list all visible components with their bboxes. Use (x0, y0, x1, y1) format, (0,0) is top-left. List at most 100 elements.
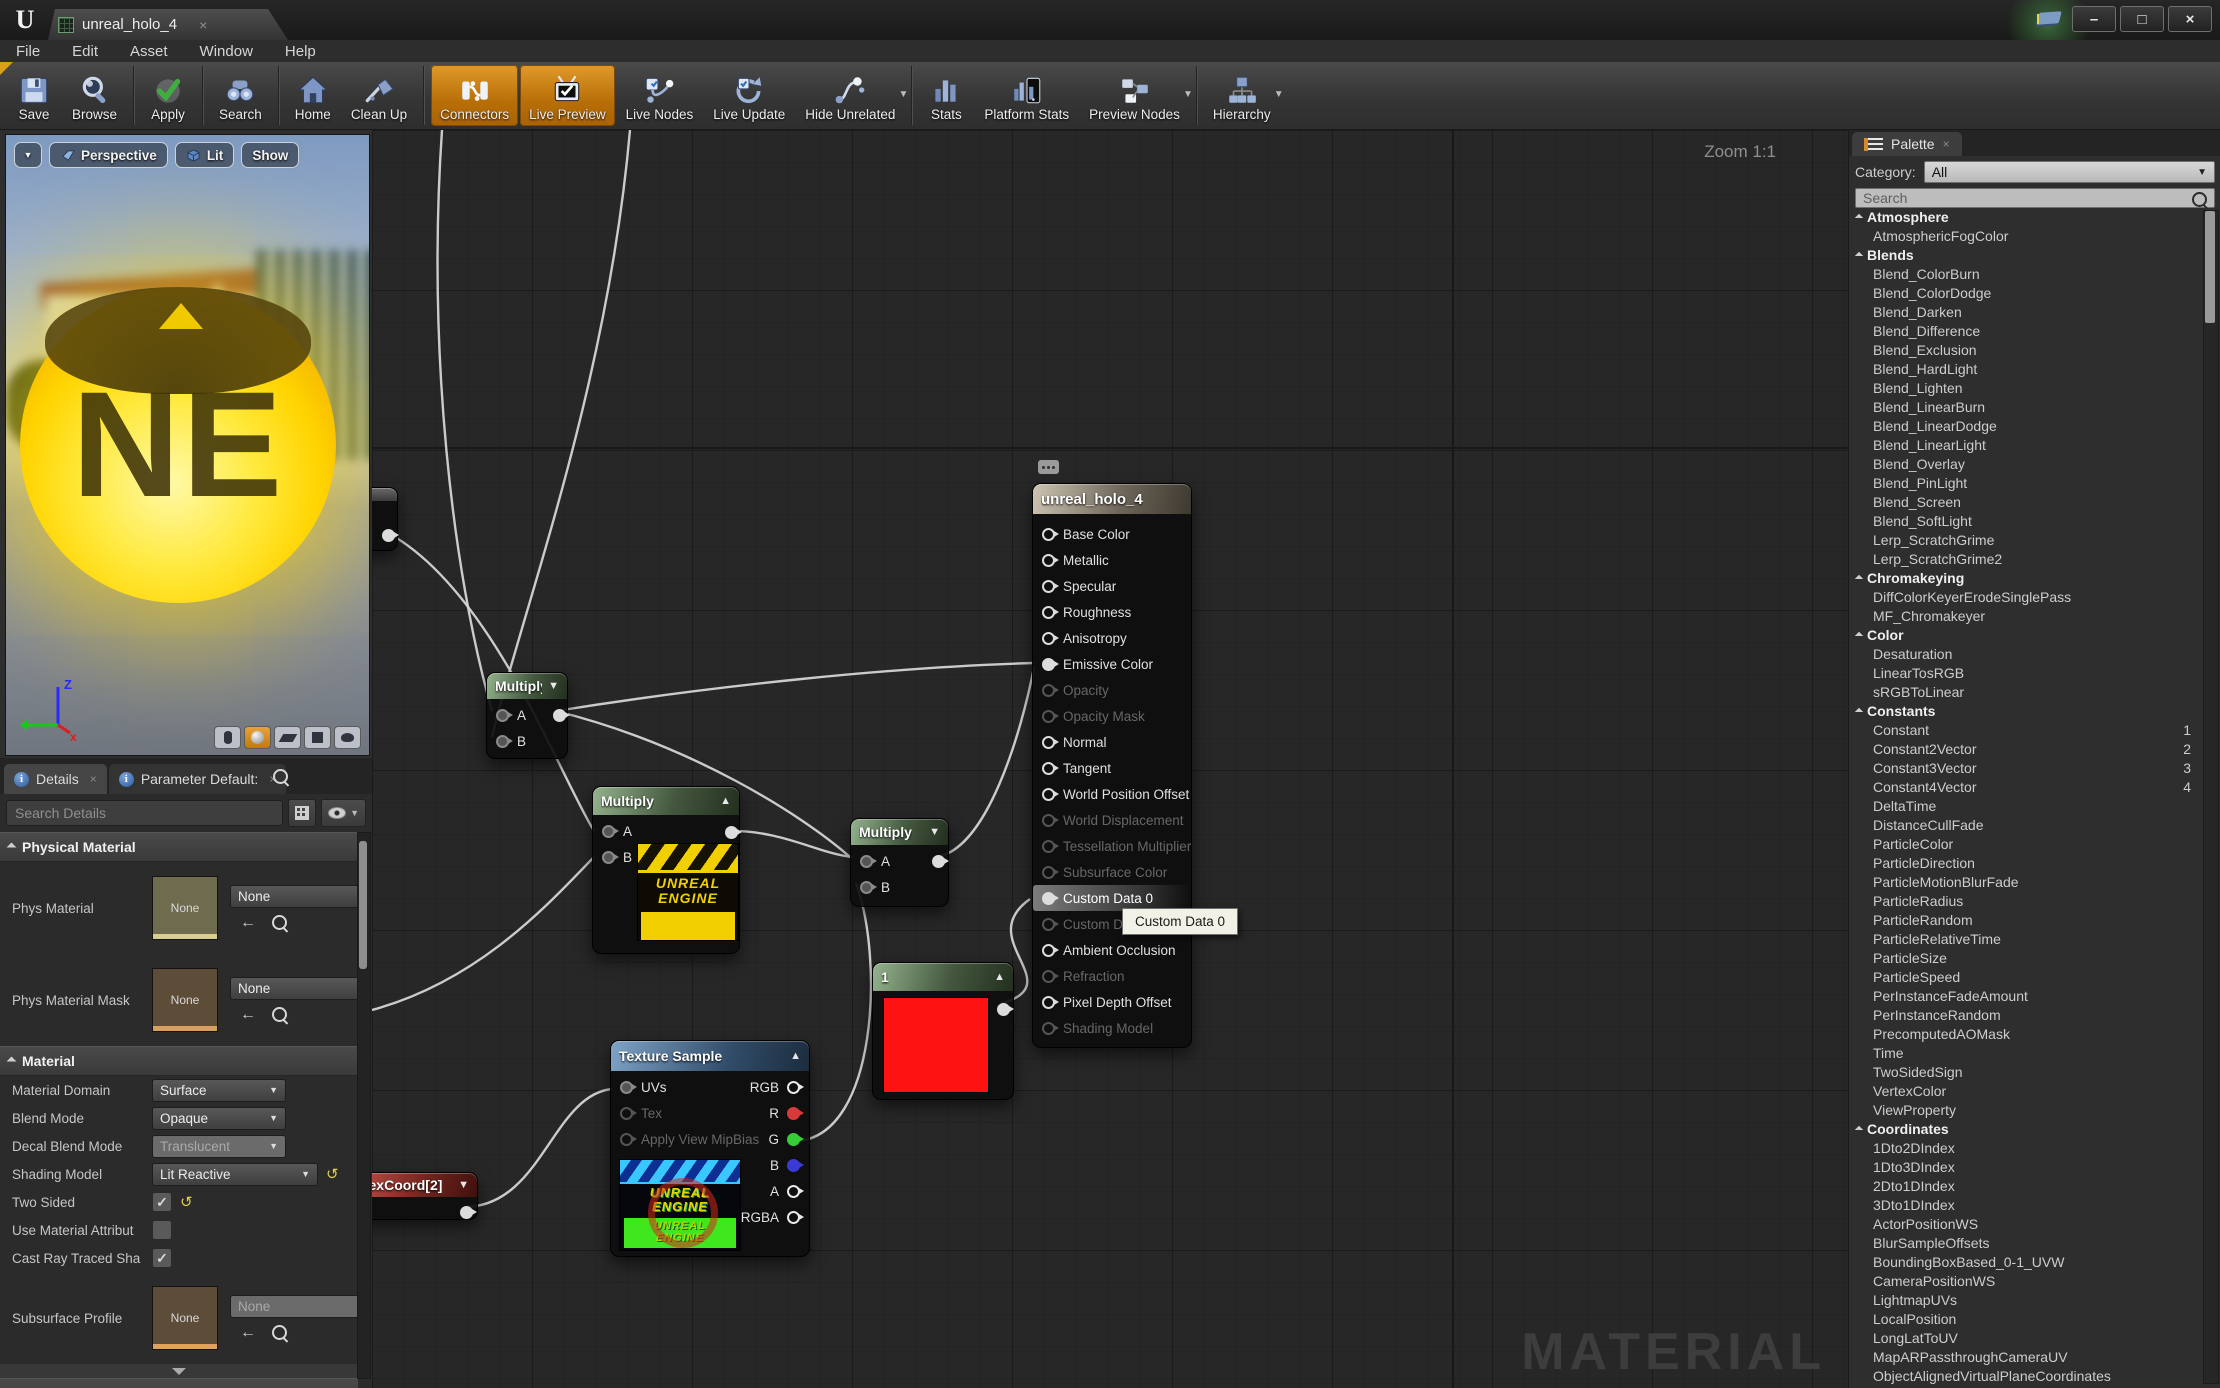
palette-item[interactable]: PerInstanceFadeAmount (1849, 987, 2201, 1006)
reset-icon[interactable]: ↺ (180, 1193, 193, 1211)
palette-item[interactable]: 3Dto1DIndex (1849, 1196, 2201, 1215)
pin-subsurface-color[interactable]: Subsurface Color (1033, 859, 1191, 885)
panel-splitter[interactable] (0, 1364, 358, 1378)
mesh-sphere-button[interactable] (244, 726, 271, 749)
section-header[interactable]: Material (0, 1046, 358, 1076)
platform-stats-button[interactable]: Platform Stats (975, 65, 1078, 126)
pin-opacity[interactable]: Opacity (1033, 677, 1191, 703)
palette-item[interactable]: Constant3Vector 3 (1849, 759, 2201, 778)
mesh-teapot-button[interactable] (334, 726, 361, 749)
search-button[interactable]: Search (210, 65, 271, 126)
pin-circle[interactable] (1042, 553, 1059, 567)
pin-metallic[interactable]: Metallic (1033, 547, 1191, 573)
collapse-icon[interactable]: ▲ (790, 1050, 801, 1062)
viewport-options-button[interactable]: ▼ (14, 142, 42, 168)
palette-item[interactable]: PrecomputedAOMask (1849, 1025, 2201, 1044)
pin-output[interactable] (382, 522, 399, 548)
pin-circle[interactable] (1042, 631, 1059, 645)
tutorial-cap-icon[interactable] (2036, 11, 2062, 28)
details-search-input[interactable] (6, 800, 284, 826)
browse-button[interactable]: Browse (63, 65, 126, 126)
menu-file[interactable]: File (0, 43, 56, 60)
viewport-lit-button[interactable]: Lit (174, 142, 235, 168)
pin-base-color[interactable]: Base Color (1033, 521, 1191, 547)
palette-item[interactable]: Blend_Overlay (1849, 455, 2201, 474)
pin-a[interactable]: A (593, 818, 739, 844)
palette-category-coordinates[interactable]: Coordinates (1849, 1120, 2201, 1139)
palette-item[interactable]: Blend_LinearDodge (1849, 417, 2201, 436)
pin-output[interactable] (725, 819, 742, 845)
pin-circle[interactable] (1042, 527, 1059, 541)
asset-tab[interactable]: unreal_holo_4 × (48, 9, 288, 40)
palette-category-blends[interactable]: Blends (1849, 246, 2201, 265)
pin-rgb[interactable]: RGB (732, 1074, 809, 1100)
pin-opacity-mask[interactable]: Opacity Mask (1033, 703, 1191, 729)
palette-tab[interactable]: Palette × (1852, 132, 1962, 156)
pin-b[interactable]: B (487, 728, 567, 754)
palette-item[interactable]: ParticleRandom (1849, 911, 2201, 930)
category-select[interactable]: All ▼ (1923, 161, 2215, 183)
mesh-cylinder-button[interactable] (214, 726, 241, 749)
pin-circle[interactable] (860, 854, 877, 868)
pin-world-displacement[interactable]: World Displacement (1033, 807, 1191, 833)
palette-item[interactable]: PerInstanceRandom (1849, 1006, 2201, 1025)
collapse-icon[interactable]: ▼ (929, 826, 940, 838)
palette-item[interactable]: Desaturation (1849, 645, 2201, 664)
close-button[interactable]: × (2168, 6, 2212, 32)
pin-world-position-offset[interactable]: World Position Offset (1033, 781, 1191, 807)
palette-item[interactable]: Blend_SoftLight (1849, 512, 2201, 531)
apply-button[interactable]: Apply (141, 65, 195, 126)
home-button[interactable]: Home (286, 65, 340, 126)
section-header[interactable]: Physical Material Mask (0, 1378, 358, 1388)
pin-circle[interactable] (620, 1080, 637, 1094)
chevron-down-icon[interactable]: ▼ (1274, 89, 1284, 100)
palette-search-input[interactable] (1855, 188, 2215, 208)
chevron-down-icon[interactable]: ▼ (898, 89, 908, 100)
palette-item[interactable]: ParticleSize (1849, 949, 2201, 968)
stats-button[interactable]: Stats (919, 65, 973, 126)
details-tab-parameter-default-[interactable]: Parameter Default:× (108, 764, 287, 794)
pin-a[interactable]: A (732, 1178, 809, 1204)
texcoord-node[interactable]: TexCoord[2] ▼ (372, 1172, 478, 1220)
asset-thumbnail[interactable]: None (152, 1286, 218, 1350)
display-mode-button[interactable] (288, 799, 317, 827)
palette-item[interactable]: BoundingBoxBased_0-1_UVW (1849, 1253, 2201, 1272)
menu-help[interactable]: Help (269, 43, 332, 60)
browse-to-icon[interactable] (272, 915, 287, 930)
pin-roughness[interactable]: Roughness (1033, 599, 1191, 625)
viewport-show-button[interactable]: Show (241, 142, 300, 168)
texture-sample-node[interactable]: Texture Sample ▲ UVs Tex Apply View MipBia… (610, 1040, 810, 1257)
pin-output[interactable] (460, 1199, 477, 1225)
palette-item[interactable]: Blend_PinLight (1849, 474, 2201, 493)
palette-item[interactable]: Blend_Exclusion (1849, 341, 2201, 360)
collapse-icon[interactable]: ▼ (548, 680, 559, 692)
live-nodes-button[interactable]: Live Nodes (617, 65, 703, 126)
palette-item[interactable]: Constant2Vector 2 (1849, 740, 2201, 759)
palette-item[interactable]: Blend_Difference (1849, 322, 2201, 341)
palette-item[interactable]: DeltaTime (1849, 797, 2201, 816)
palette-item[interactable]: VertexColor (1849, 1082, 2201, 1101)
pin-circle[interactable] (1042, 917, 1059, 931)
pin-b[interactable]: B (732, 1152, 809, 1178)
palette-category-constants[interactable]: Constants (1849, 702, 2201, 721)
checkbox[interactable]: ✓ (152, 1248, 172, 1268)
pin-g[interactable]: G (732, 1126, 809, 1152)
property-select[interactable]: Opaque ▼ (152, 1106, 286, 1130)
pin-circle[interactable] (787, 1106, 804, 1120)
section-header[interactable]: Physical Material (0, 832, 358, 862)
palette-category-chromakeying[interactable]: Chromakeying (1849, 569, 2201, 588)
palette-item[interactable]: Lerp_ScratchGrime2 (1849, 550, 2201, 569)
palette-item[interactable]: MapARPassthroughCameraUV (1849, 1348, 2201, 1367)
pin-anisotropy[interactable]: Anisotropy (1033, 625, 1191, 651)
palette-item[interactable]: LinearTosRGB (1849, 664, 2201, 683)
pin-output[interactable] (553, 702, 570, 728)
asset-thumbnail[interactable]: None (152, 876, 218, 940)
asset-select[interactable]: None▼ (230, 884, 358, 908)
pin-tangent[interactable]: Tangent (1033, 755, 1191, 781)
reset-icon[interactable]: ↺ (326, 1165, 339, 1183)
palette-item[interactable]: Blend_HardLight (1849, 360, 2201, 379)
live-update-button[interactable]: Live Update (704, 65, 794, 126)
palette-tab-close-icon[interactable]: × (1943, 137, 1950, 151)
minimize-button[interactable]: – (2072, 6, 2116, 32)
palette-item[interactable]: Constant 1 (1849, 721, 2201, 740)
